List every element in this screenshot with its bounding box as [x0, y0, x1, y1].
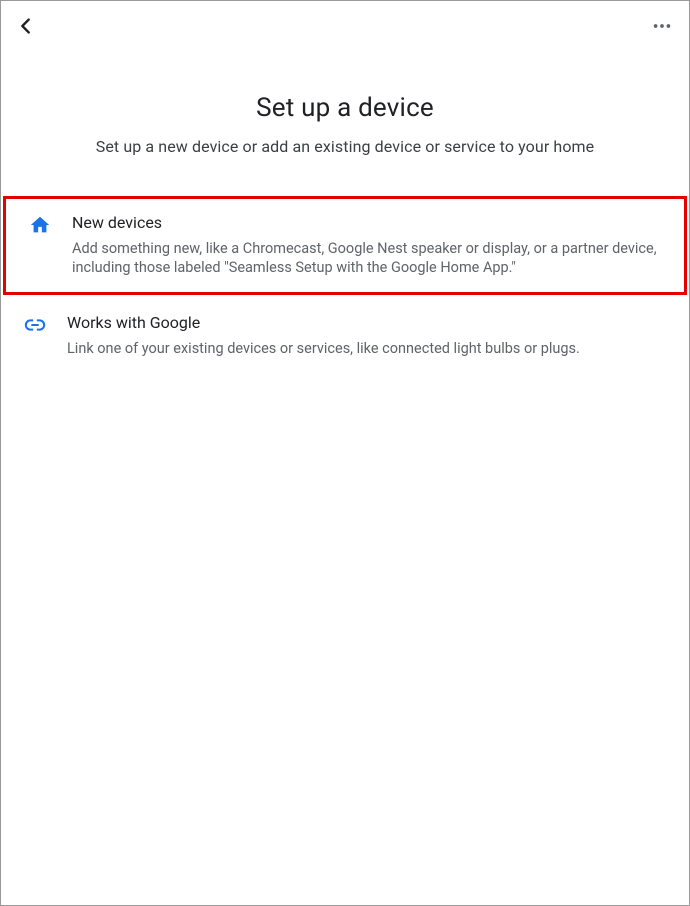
- option-works-with-google[interactable]: Works with Google Link one of your exist…: [1, 299, 689, 372]
- page-header: Set up a device Set up a new device or a…: [1, 93, 689, 156]
- option-description: Link one of your existing devices or ser…: [67, 339, 671, 359]
- home-icon: [20, 214, 60, 236]
- page-subtitle: Set up a new device or add an existing d…: [21, 137, 669, 156]
- option-text: New devices Add something new, like a Ch…: [60, 213, 666, 278]
- top-bar: [1, 1, 689, 49]
- option-title: New devices: [72, 213, 666, 234]
- page-title: Set up a device: [21, 93, 669, 123]
- option-description: Add something new, like a Chromecast, Go…: [72, 239, 666, 278]
- back-button[interactable]: [15, 15, 37, 37]
- options-list: New devices Add something new, like a Ch…: [1, 196, 689, 372]
- link-icon: [15, 314, 55, 336]
- option-title: Works with Google: [67, 313, 671, 334]
- more-button[interactable]: [651, 15, 673, 37]
- option-text: Works with Google Link one of your exist…: [55, 313, 671, 358]
- option-new-devices[interactable]: New devices Add something new, like a Ch…: [3, 196, 687, 295]
